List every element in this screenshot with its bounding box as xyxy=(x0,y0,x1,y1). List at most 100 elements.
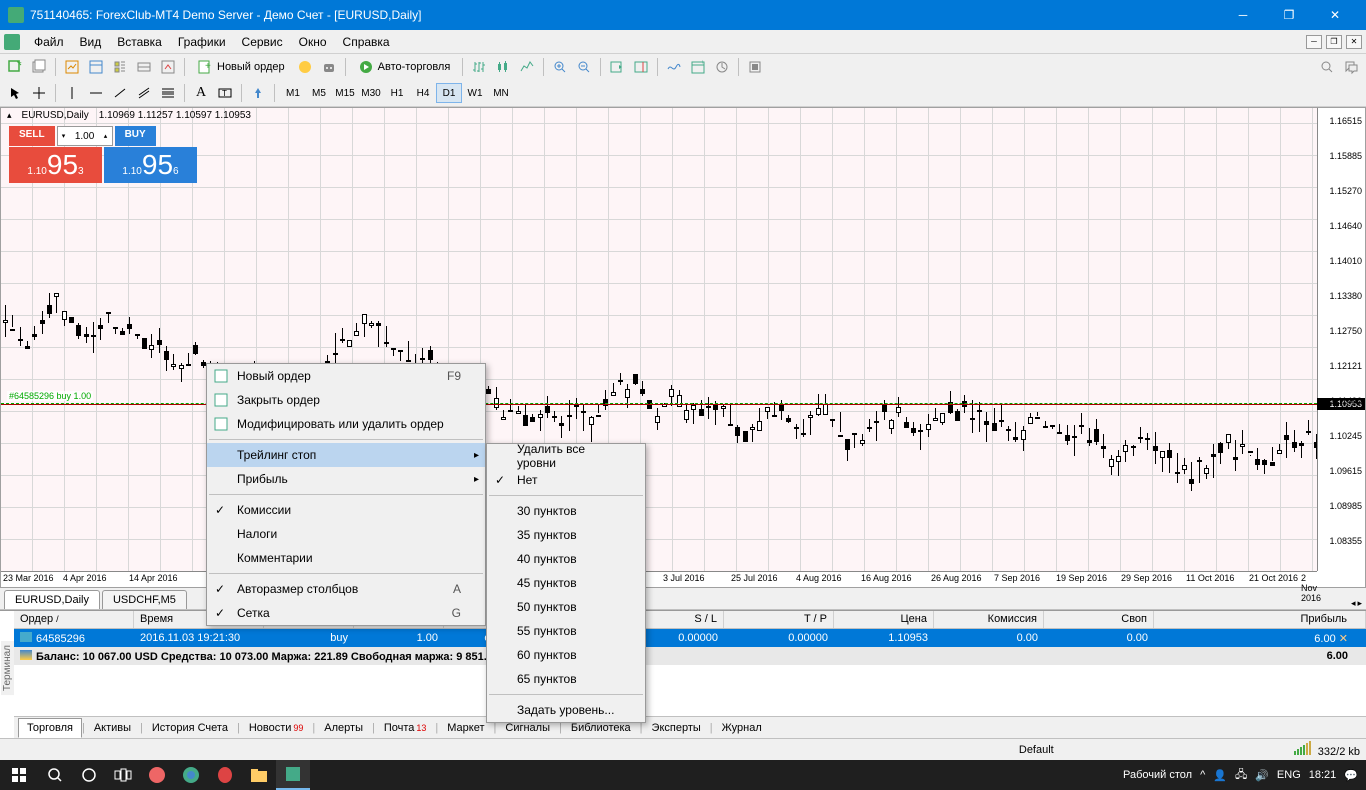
auto-trade-button[interactable]: Авто-торговля xyxy=(351,56,458,78)
terminal-tab-10[interactable]: Журнал xyxy=(713,718,771,738)
cursor-icon[interactable] xyxy=(4,82,26,104)
col-comm[interactable]: Комиссия xyxy=(934,611,1044,628)
minimize-button[interactable]: ─ xyxy=(1220,0,1266,30)
ctx-комментарии[interactable]: Комментарии xyxy=(207,546,485,570)
menu-вставка[interactable]: Вставка xyxy=(109,32,170,52)
timeframe-m30[interactable]: M30 xyxy=(358,83,384,103)
mdi-minimize[interactable]: ─ xyxy=(1306,35,1322,49)
timeframe-h1[interactable]: H1 xyxy=(384,83,410,103)
tab-scroll-left[interactable]: ◂ xyxy=(1351,598,1356,609)
timeframe-d1[interactable]: D1 xyxy=(436,83,462,103)
timeframe-w1[interactable]: W1 xyxy=(462,83,488,103)
horizontal-line-icon[interactable] xyxy=(85,82,107,104)
maximize-button[interactable]: ❐ xyxy=(1266,0,1312,30)
start-button[interactable] xyxy=(0,760,38,790)
timeframe-h4[interactable]: H4 xyxy=(410,83,436,103)
search-taskbar-icon[interactable] xyxy=(38,760,72,790)
show-desktop[interactable]: Рабочий стол xyxy=(1123,769,1192,781)
zoom-out-icon[interactable] xyxy=(573,56,595,78)
text-label-icon[interactable]: T xyxy=(214,82,236,104)
chart-tab[interactable]: EURUSD,Daily xyxy=(4,590,100,609)
ctx-комиссии[interactable]: ✓Комиссии xyxy=(207,498,485,522)
strategy-tester-icon[interactable] xyxy=(157,56,179,78)
menu-графики[interactable]: Графики xyxy=(170,32,234,52)
menu-файл[interactable]: Файл xyxy=(26,32,72,52)
mt4-taskbar-icon[interactable] xyxy=(276,760,310,790)
col-tp[interactable]: T / P xyxy=(724,611,834,628)
bar-chart-icon[interactable] xyxy=(468,56,490,78)
zoom-in-icon[interactable] xyxy=(549,56,571,78)
ctx-45-пунктов[interactable]: 45 пунктов xyxy=(487,571,645,595)
cortana-icon[interactable] xyxy=(72,760,106,790)
chart-shift-icon[interactable] xyxy=(630,56,652,78)
timeframe-mn[interactable]: MN xyxy=(488,83,514,103)
buy-price[interactable]: 1.10956 xyxy=(104,147,197,183)
terminal-tab-3[interactable]: Новости99 xyxy=(240,718,313,738)
mdi-restore[interactable]: ❐ xyxy=(1326,35,1342,49)
sell-price[interactable]: 1.10953 xyxy=(9,147,102,183)
timeframe-m15[interactable]: M15 xyxy=(332,83,358,103)
ctx-модифицировать-или-у[interactable]: Модифицировать или удалить ордер xyxy=(207,412,485,436)
expert-advisor-icon[interactable] xyxy=(318,56,340,78)
col-swap[interactable]: Своп xyxy=(1044,611,1154,628)
ctx-авторазмер-столбцов[interactable]: ✓Авторазмер столбцовA xyxy=(207,577,485,601)
templates-icon[interactable] xyxy=(711,56,733,78)
ctx-40-пунктов[interactable]: 40 пунктов xyxy=(487,547,645,571)
line-chart-icon[interactable] xyxy=(516,56,538,78)
text-icon[interactable]: A xyxy=(190,82,212,104)
vertical-line-icon[interactable] xyxy=(61,82,83,104)
ctx-65-пунктов[interactable]: 65 пунктов xyxy=(487,667,645,691)
ctx-новый-ордер[interactable]: Новый ордерF9 xyxy=(207,364,485,388)
menu-справка[interactable]: Справка xyxy=(335,32,398,52)
vol-up-icon[interactable]: ▴ xyxy=(100,132,112,140)
timeframe-m5[interactable]: M5 xyxy=(306,83,332,103)
ctx-нет[interactable]: ✓Нет xyxy=(487,468,645,492)
timeframe-m1[interactable]: M1 xyxy=(280,83,306,103)
ctx-прибыль[interactable]: Прибыль▸ xyxy=(207,467,485,491)
tray-lang[interactable]: ENG xyxy=(1277,769,1301,781)
chart-tab[interactable]: USDCHF,M5 xyxy=(102,590,187,609)
chat-icon[interactable] xyxy=(1340,56,1362,78)
tray-people-icon[interactable]: 👤 xyxy=(1213,769,1227,782)
ctx-55-пунктов[interactable]: 55 пунктов xyxy=(487,619,645,643)
terminal-tab-4[interactable]: Алерты xyxy=(315,718,372,738)
candle-chart-icon[interactable] xyxy=(492,56,514,78)
col-price2[interactable]: Цена xyxy=(834,611,934,628)
buy-button[interactable]: BUY xyxy=(115,126,156,146)
arrows-icon[interactable] xyxy=(247,82,269,104)
mdi-close[interactable]: ✕ xyxy=(1346,35,1362,49)
metaquotes-icon[interactable] xyxy=(294,56,316,78)
sell-button[interactable]: SELL xyxy=(9,126,55,146)
ctx-налоги[interactable]: Налоги xyxy=(207,522,485,546)
terminal-tab-1[interactable]: Активы xyxy=(85,718,140,738)
tray-notifications-icon[interactable]: 💬 xyxy=(1344,769,1358,782)
col-profit[interactable]: Прибыль xyxy=(1154,611,1366,628)
explorer-icon[interactable] xyxy=(242,760,276,790)
ctx-закрыть-ордер[interactable]: Закрыть ордер xyxy=(207,388,485,412)
tray-clock[interactable]: 18:21 xyxy=(1309,769,1337,781)
terminal-tab-0[interactable]: Торговля xyxy=(18,718,82,738)
new-chart-icon[interactable]: + xyxy=(4,56,26,78)
terminal-tab-2[interactable]: История Счета xyxy=(143,718,237,738)
close-button[interactable]: ✕ xyxy=(1312,0,1358,30)
profiles-icon[interactable] xyxy=(28,56,50,78)
tab-scroll-right[interactable]: ▸ xyxy=(1357,598,1362,609)
order-row[interactable]: 64585296 2016.11.03 19:21:30 buy 1.00 eu… xyxy=(14,629,1366,647)
tray-chevron-icon[interactable]: ^ xyxy=(1200,769,1205,781)
ctx-сетка[interactable]: ✓СеткаG xyxy=(207,601,485,625)
tray-volume-icon[interactable]: 🔊 xyxy=(1255,769,1269,782)
menu-сервис[interactable]: Сервис xyxy=(234,32,291,52)
market-watch-icon[interactable] xyxy=(61,56,83,78)
trendline-icon[interactable] xyxy=(109,82,131,104)
indicators-icon[interactable] xyxy=(663,56,685,78)
terminal-tab-9[interactable]: Эксперты xyxy=(643,718,710,738)
drawing-templates-icon[interactable] xyxy=(744,56,766,78)
ctx-60-пунктов[interactable]: 60 пунктов xyxy=(487,643,645,667)
menu-окно[interactable]: Окно xyxy=(291,32,335,52)
menu-вид[interactable]: Вид xyxy=(72,32,110,52)
equidistant-channel-icon[interactable] xyxy=(133,82,155,104)
ctx-удалить-все-уровни[interactable]: Удалить все уровни xyxy=(487,444,645,468)
ctx-задать-уровень...[interactable]: Задать уровень... xyxy=(487,698,645,722)
ctx-50-пунктов[interactable]: 50 пунктов xyxy=(487,595,645,619)
chrome-icon[interactable] xyxy=(174,760,208,790)
